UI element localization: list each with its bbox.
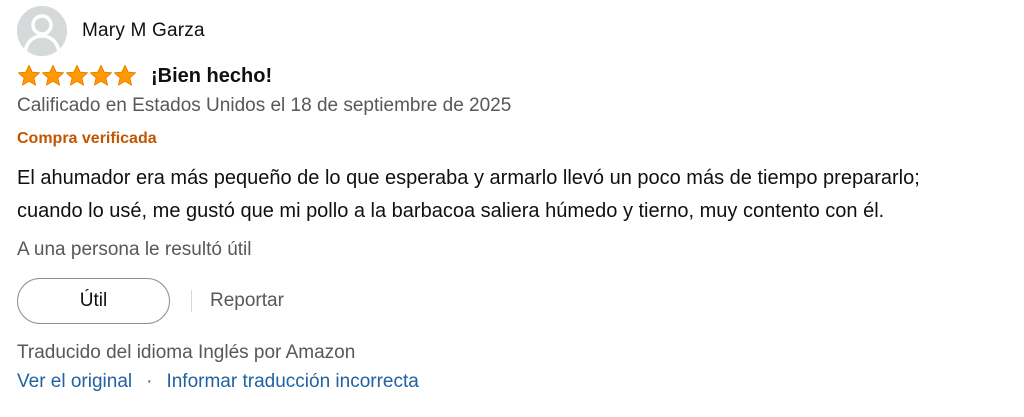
star-rating[interactable] (17, 64, 137, 88)
review-body-line: El ahumador era más pequeño de lo que es… (17, 167, 920, 189)
reviewer-name[interactable]: Mary M Garza (82, 20, 205, 42)
helpful-button[interactable]: Útil (17, 278, 170, 324)
star-icon (66, 64, 88, 86)
review-actions: Útil Reportar (17, 278, 284, 324)
review-card: Mary M Garza ¡Bien hecho! Calificado en … (0, 0, 1024, 417)
view-original-link[interactable]: Ver el original (17, 371, 132, 393)
reviewer-profile[interactable]: Mary M Garza (17, 6, 205, 56)
review-body: El ahumador era más pequeño de lo que es… (17, 162, 1017, 228)
translation-note: Traducido del idioma Inglés por Amazon (17, 342, 356, 363)
link-separator: · (146, 371, 153, 392)
report-link[interactable]: Reportar (210, 290, 284, 312)
star-icon (42, 64, 64, 86)
action-divider (191, 290, 192, 312)
rating-row: ¡Bien hecho! (17, 63, 272, 89)
review-body-line: cuando lo usé, me gustó que mi pollo a l… (17, 200, 885, 222)
star-icon (18, 64, 40, 86)
user-avatar-icon (17, 6, 67, 56)
review-title[interactable]: ¡Bien hecho! (151, 65, 272, 88)
star-icon (114, 64, 136, 86)
review-date: Calificado en Estados Unidos el 18 de se… (17, 95, 512, 116)
star-icon (90, 64, 112, 86)
helpful-count: A una persona le resultó útil (17, 239, 252, 260)
translation-links: Ver el original · Informar traducción in… (17, 371, 419, 393)
report-translation-link[interactable]: Informar traducción incorrecta (166, 371, 418, 393)
verified-purchase-badge: Compra verificada (17, 130, 157, 147)
